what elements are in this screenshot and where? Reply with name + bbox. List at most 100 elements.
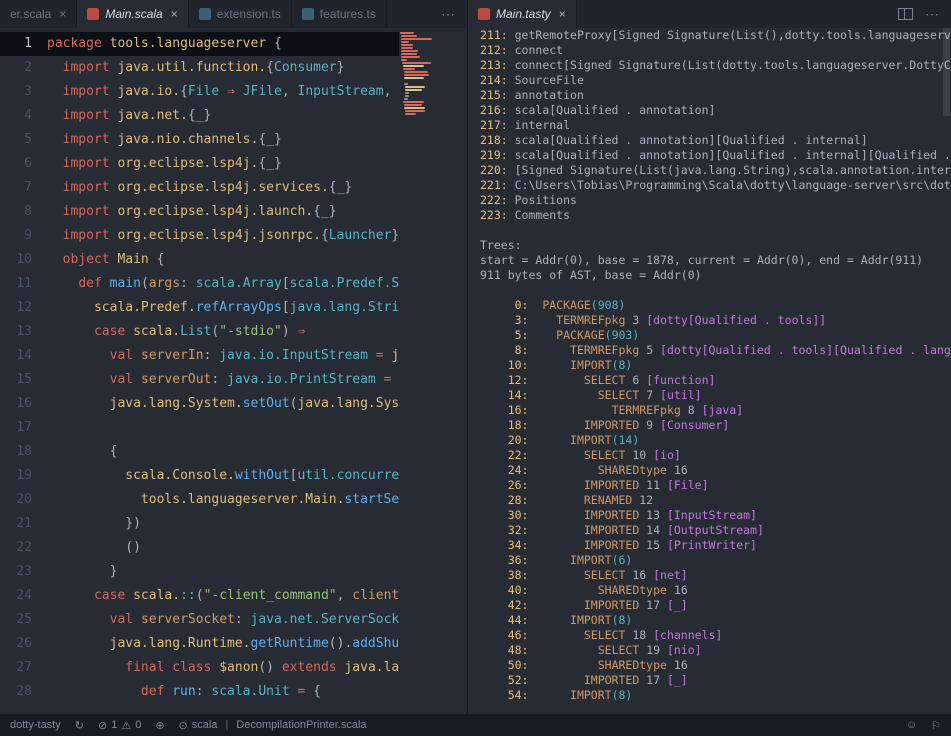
editor-area: er.scala× Main.scala × extension.tsfeatures… [0, 0, 951, 714]
more-actions-icon[interactable]: ⋯ [441, 6, 455, 23]
tab-features.ts[interactable]: features.ts [292, 0, 387, 28]
line-number: 5 [0, 128, 47, 152]
code-line: 34: IMPORTED 15 [PrintWriter] [468, 538, 951, 553]
code-line-text: def main(args: scala.Array[scala.Predef.… [47, 276, 399, 291]
code-line-text: 214: SourceFile [480, 73, 584, 87]
scrollbar[interactable] [942, 28, 951, 714]
code-line-text: import java.net.{_} [47, 108, 211, 123]
tasty-file-icon [478, 8, 490, 20]
code-line-text: 5: PACKAGE(903) [480, 328, 639, 342]
code-line: 6 import org.eclipse.lsp4j.{_} [0, 152, 399, 176]
close-icon[interactable]: × [171, 7, 178, 21]
problems-indicator[interactable]: ⊘ 1 ⚠ 0 [98, 719, 141, 732]
more-actions-icon[interactable]: ⋯ [925, 6, 939, 23]
status-bar-right: ☺ ⚐ [906, 719, 941, 732]
left-tab-actions: ⋯ [429, 0, 467, 28]
code-line-text: 215: annotation [480, 88, 584, 102]
code-line-text: 12: SELECT 6 [function] [480, 373, 715, 387]
code-line: 16 java.lang.System.setOut(java.lang.Sys… [0, 392, 399, 416]
code-line-text: def run: scala.Unit = { [47, 684, 321, 699]
code-line: 213: connect[Signed Signature(List(dotty… [468, 58, 951, 73]
code-line: 214: SourceFile [468, 73, 951, 88]
line-number: 9 [0, 224, 47, 248]
line-number: 26 [0, 632, 47, 656]
code-line-text: 36: IMPORT(6) [480, 553, 632, 567]
code-line-text: 216: scala[Qualified . annotation] [480, 103, 715, 117]
code-line: 32: IMPORTED 14 [OutputStream] [468, 523, 951, 538]
editor-group-right: Main.tasty× ⋯ 211: getRemoteProxy[Signed… [467, 0, 951, 714]
code-line-text: 16: TERMREFpkg 8 [java] [480, 403, 743, 417]
line-number: 20 [0, 488, 47, 512]
close-icon[interactable]: × [59, 7, 66, 21]
code-line: 220: [Signed Signature(List(java.lang.St… [468, 163, 951, 178]
code-line: 23 } [0, 560, 399, 584]
tab-extension.ts[interactable]: extension.ts [189, 0, 292, 28]
bell-icon[interactable]: ⚐ [931, 719, 941, 732]
minimap[interactable] [400, 32, 458, 116]
minimap-line [405, 110, 426, 112]
code-line-text: 32: IMPORTED 14 [OutputStream] [480, 523, 764, 537]
ts-file-icon [199, 8, 211, 20]
tab-label: Main.scala [105, 7, 162, 21]
code-line: 30: IMPORTED 13 [InputStream] [468, 508, 951, 523]
line-number: 1 [0, 32, 47, 56]
git-branch[interactable]: dotty-tasty [10, 719, 61, 731]
code-line: 4 import java.net.{_} [0, 104, 399, 128]
info-icon: ⊙ [179, 719, 188, 732]
code-line: 27 final class $anon() extends java.lang… [0, 656, 399, 680]
minimap-line [405, 113, 415, 115]
code-line: 217: internal [468, 118, 951, 133]
language-status[interactable]: ⊙ scala | DecompilationPrinter.scala [179, 719, 367, 732]
code-line: 5 import java.nio.channels.{_} [0, 128, 399, 152]
error-icon: ⊘ [98, 719, 107, 732]
code-line-text: 20: IMPORT(14) [480, 433, 639, 447]
tab-Main.tasty[interactable]: Main.tasty× [468, 0, 577, 28]
code-line-text: scala.Console.withOut[util.concurrent.Fu… [47, 468, 399, 483]
code-line-text: case scala.::("-client_command", clientC… [47, 588, 399, 603]
code-line-text: val serverOut: java.io.PrintStream = jav… [47, 372, 399, 387]
line-number: 27 [0, 656, 47, 680]
code-line-text: import java.nio.channels.{_} [47, 132, 282, 147]
minimap-line [402, 62, 431, 64]
split-editor-icon[interactable] [898, 8, 913, 20]
code-line: start = Addr(0), base = 1878, current = … [468, 253, 951, 268]
line-number: 3 [0, 80, 47, 104]
status-bar: dotty-tasty ↻ ⊘ 1 ⚠ 0 ⊕ ⊙ scala | Decomp… [0, 714, 951, 736]
scala-file-icon [87, 8, 99, 20]
scala-editor[interactable]: 1package tools.languageserver {2 import … [0, 28, 399, 714]
minimap-line [400, 80, 404, 82]
code-line-text: 18: IMPORTED 9 [Consumer] [480, 418, 729, 432]
minimap-line [405, 95, 409, 97]
feedback-icon[interactable]: ☺ [906, 719, 917, 731]
minimap-line [401, 47, 414, 49]
code-line-text: tools.languageserver.Main.startServer( [47, 492, 399, 507]
line-number: 7 [0, 176, 47, 200]
code-line: 15 val serverOut: java.io.PrintStream = … [0, 368, 399, 392]
scrollbar-thumb[interactable] [943, 28, 950, 116]
code-line: 18: IMPORTED 9 [Consumer] [468, 418, 951, 433]
line-number: 2 [0, 56, 47, 80]
code-line-text: 218: scala[Qualified . annotation][Quali… [480, 133, 868, 147]
tab-er.scala[interactable]: er.scala× [0, 0, 77, 28]
left-tab-bar: er.scala× Main.scala × extension.tsfeatures… [0, 0, 467, 28]
code-line: 3: TERMREFpkg 3 [dotty[Qualified . tools… [468, 313, 951, 328]
code-line [468, 223, 951, 238]
code-line: 0: PACKAGE(908) [468, 298, 951, 313]
code-line-text: java.lang.System.setOut(java.lang.System… [47, 396, 399, 411]
minimap-line [403, 65, 425, 67]
line-number: 10 [0, 248, 47, 272]
code-line: 20 tools.languageserver.Main.startServer… [0, 488, 399, 512]
sync-icon[interactable]: ↻ [75, 719, 84, 732]
code-line-text: 911 bytes of AST, base = Addr(0) [480, 268, 702, 282]
code-line-text: import java.io.{File ⇒ JFile, InputStrea… [47, 84, 399, 99]
code-line: 9 import org.eclipse.lsp4j.jsonrpc.{Laun… [0, 224, 399, 248]
tasty-editor[interactable]: 211: getRemoteProxy[Signed Signature(Lis… [468, 28, 951, 714]
tab-Main.scala[interactable]: Main.scala × [77, 0, 188, 28]
close-icon[interactable]: × [559, 7, 566, 21]
code-line-text: 220: [Signed Signature(List(java.lang.St… [480, 163, 951, 177]
globe-icon[interactable]: ⊕ [155, 719, 164, 732]
code-line-text: 26: IMPORTED 11 [File] [480, 478, 709, 492]
minimap-line [403, 101, 424, 103]
code-line-text: final class $anon() extends java.lang.Th… [47, 660, 399, 675]
warning-icon: ⚠ [121, 719, 131, 732]
